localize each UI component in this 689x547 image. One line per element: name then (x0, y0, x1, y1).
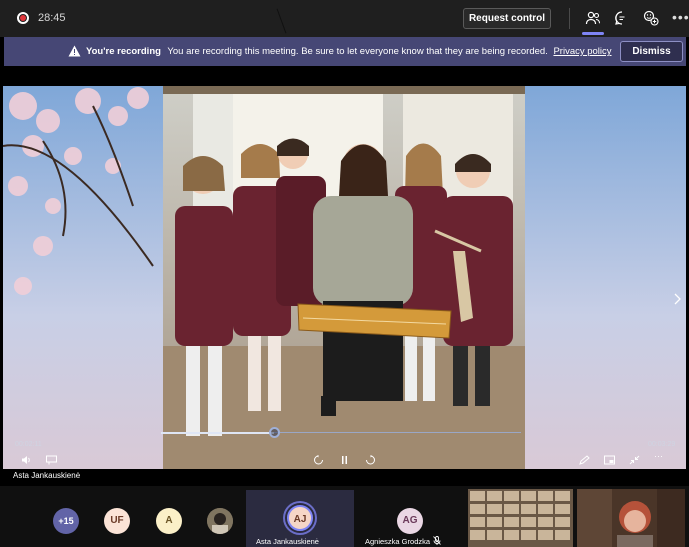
toolbar-divider (569, 8, 570, 29)
avatar-aj: AJ (287, 505, 313, 531)
avatar-uf[interactable]: UF (104, 508, 130, 534)
privacy-policy-link[interactable]: Privacy policy (553, 46, 611, 57)
meeting-timer: 28:45 (38, 12, 66, 24)
duration-time: 00:03:29 (648, 441, 676, 448)
volume-icon[interactable] (21, 455, 32, 465)
recording-indicator-icon (17, 12, 29, 24)
pen-cursor (276, 8, 287, 34)
dismiss-button[interactable]: Dismiss (620, 41, 683, 62)
recording-message: You're recording You are recording this … (86, 46, 612, 57)
recording-description: You are recording this meeting. Be sure … (167, 46, 548, 57)
chat-icon[interactable] (614, 10, 630, 26)
pause-icon[interactable] (339, 455, 350, 465)
reactions-icon[interactable] (643, 10, 659, 26)
presenter-name-label: Asta Jankauskienė (13, 471, 81, 480)
overflow-participants-button[interactable]: +15 (53, 508, 79, 534)
warning-icon (68, 45, 81, 57)
active-speaker-name: Asta Jankauskienė (256, 537, 319, 546)
avatar-photo[interactable] (207, 508, 233, 534)
recording-banner: You're recording You are recording this … (4, 37, 686, 66)
avatar-ag[interactable]: AG (397, 508, 423, 534)
video-frame-image (3, 86, 686, 469)
seek-bar-progress (161, 432, 275, 434)
top-bar: 28:45 Request control ••• (0, 0, 689, 37)
forward-10-icon[interactable] (365, 455, 376, 465)
avatar-photo-image (207, 508, 233, 534)
picture-in-picture-icon[interactable] (604, 455, 615, 465)
request-control-button[interactable]: Request control (463, 8, 551, 29)
shared-content-stage: 00:02:11 00:03:29 ··· Asta Jankauskienė (3, 66, 686, 486)
people-active-indicator (582, 32, 604, 35)
chevron-right-icon[interactable] (673, 293, 681, 305)
rewind-10-icon[interactable] (313, 455, 324, 465)
gallery-video-tile[interactable] (468, 489, 573, 547)
captions-icon[interactable] (46, 455, 57, 465)
more-options-icon[interactable]: ••• (672, 9, 689, 25)
gallery-video-image (468, 489, 573, 547)
recording-title: You're recording (86, 46, 161, 57)
avatar-a[interactable]: A (156, 508, 182, 534)
participant-name-ag: Agnieszka Grodzka (365, 537, 431, 546)
self-camera-tile[interactable] (577, 489, 685, 547)
edit-pen-icon[interactable] (579, 455, 590, 465)
people-icon[interactable] (585, 10, 601, 26)
mic-off-icon (433, 536, 441, 545)
video-player[interactable]: 00:02:11 00:03:29 ··· (3, 86, 686, 469)
elapsed-time: 00:02:11 (15, 441, 42, 448)
exit-fullscreen-icon[interactable] (629, 455, 640, 465)
self-camera-image (577, 489, 685, 547)
video-more-icon[interactable]: ··· (654, 451, 663, 461)
